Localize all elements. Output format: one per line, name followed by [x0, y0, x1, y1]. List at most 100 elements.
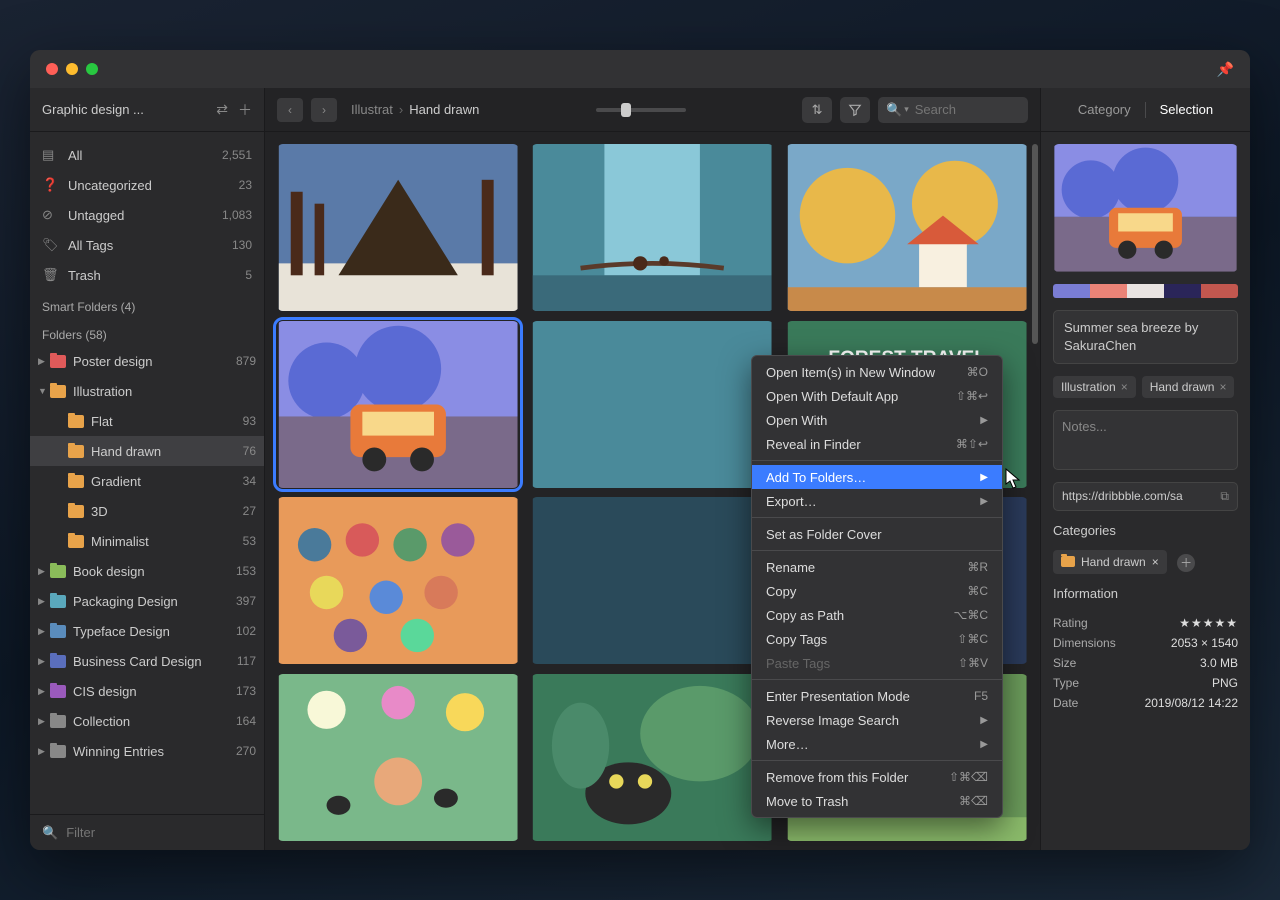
- tab-selection[interactable]: Selection: [1146, 102, 1227, 117]
- menu-item[interactable]: Enter Presentation ModeF5: [752, 684, 1002, 708]
- folder-row[interactable]: ▶Book design153: [30, 556, 264, 586]
- grid-item[interactable]: [531, 321, 773, 488]
- sort-button[interactable]: ⇅: [802, 97, 832, 123]
- remove-tag-icon[interactable]: ×: [1219, 380, 1226, 394]
- menu-item[interactable]: Reveal in Finder⌘⇧↩: [752, 432, 1002, 456]
- sidebar-item-alltags[interactable]: 🏷All Tags130: [30, 230, 264, 260]
- folder-row[interactable]: ▶CIS design173: [30, 676, 264, 706]
- sidebar-item-uncategorized[interactable]: ❓Uncategorized23: [30, 170, 264, 200]
- grid-item[interactable]: [277, 674, 519, 841]
- menu-item[interactable]: Open With Default App⇧⌘↩: [752, 384, 1002, 408]
- disclosure-icon[interactable]: ▶: [38, 716, 50, 727]
- disclosure-icon[interactable]: ▶: [38, 746, 50, 757]
- notes-field[interactable]: Notes...: [1053, 410, 1238, 470]
- question-folder-icon: ❓: [42, 177, 60, 193]
- scrollbar[interactable]: [1032, 144, 1038, 344]
- folder-row[interactable]: ▶Winning Entries270: [30, 736, 264, 766]
- color-swatches[interactable]: [1053, 284, 1238, 298]
- folder-row[interactable]: ▶Collection164: [30, 706, 264, 736]
- open-url-icon[interactable]: ⧉: [1220, 489, 1229, 504]
- grid-item[interactable]: [786, 144, 1028, 311]
- sidebar-filter[interactable]: 🔍: [30, 814, 264, 850]
- grid-item[interactable]: [531, 144, 773, 311]
- menu-item[interactable]: Open With▶: [752, 408, 1002, 432]
- breadcrumb[interactable]: Illustrat › Hand drawn: [351, 102, 479, 117]
- filter-button[interactable]: [840, 97, 870, 123]
- disclosure-icon[interactable]: ▶: [38, 596, 50, 607]
- grid-item[interactable]: [277, 497, 519, 664]
- folder-label: Flat: [91, 414, 113, 429]
- tag-chip[interactable]: Illustration×: [1053, 376, 1136, 398]
- folder-row[interactable]: ▼Illustration: [30, 376, 264, 406]
- menu-item[interactable]: Export…▶: [752, 489, 1002, 513]
- menu-item[interactable]: Copy⌘C: [752, 579, 1002, 603]
- preview-thumbnail[interactable]: [1053, 144, 1238, 272]
- menu-item[interactable]: Set as Folder Cover: [752, 522, 1002, 546]
- grid-item[interactable]: [531, 674, 773, 841]
- grid-item[interactable]: [531, 497, 773, 664]
- menu-item[interactable]: More…▶: [752, 732, 1002, 756]
- item-name-field[interactable]: Summer sea breeze by SakuraChen: [1053, 310, 1238, 364]
- color-swatch[interactable]: [1053, 284, 1090, 298]
- url-field[interactable]: https://dribbble.com/sa⧉: [1053, 482, 1238, 511]
- menu-item[interactable]: Copy Tags⇧⌘C: [752, 627, 1002, 651]
- menu-item[interactable]: Open Item(s) in New Window⌘O: [752, 360, 1002, 384]
- trash-icon: 🗑: [42, 267, 60, 283]
- grid-item-selected[interactable]: [277, 321, 519, 488]
- folder-row[interactable]: ▶Business Card Design117: [30, 646, 264, 676]
- folder-row[interactable]: Minimalist53: [30, 526, 264, 556]
- disclosure-icon[interactable]: ▶: [38, 656, 50, 667]
- close-window-icon[interactable]: [46, 63, 58, 75]
- fullscreen-window-icon[interactable]: [86, 63, 98, 75]
- folder-label: Gradient: [91, 474, 141, 489]
- rating-stars[interactable]: ★★★★★: [1179, 616, 1238, 630]
- color-swatch[interactable]: [1201, 284, 1238, 298]
- disclosure-icon[interactable]: ▶: [38, 626, 50, 637]
- folder-row[interactable]: ▶Packaging Design397: [30, 586, 264, 616]
- titlebar: 📌: [30, 50, 1250, 88]
- folder-row[interactable]: ▶Typeface Design102: [30, 616, 264, 646]
- color-swatch[interactable]: [1090, 284, 1127, 298]
- zoom-slider[interactable]: [596, 108, 686, 112]
- menu-item: Paste Tags⇧⌘V: [752, 651, 1002, 675]
- minimize-window-icon[interactable]: [66, 63, 78, 75]
- menu-item[interactable]: Copy as Path⌥⌘C: [752, 603, 1002, 627]
- sidebar-item-untagged[interactable]: ⊘Untagged1,083: [30, 200, 264, 230]
- remove-tag-icon[interactable]: ×: [1121, 380, 1128, 394]
- menu-item[interactable]: Remove from this Folder⇧⌘⌫: [752, 765, 1002, 789]
- pin-icon[interactable]: 📌: [1217, 61, 1234, 78]
- library-switcher[interactable]: Graphic design ... ⇄ ＋: [30, 88, 264, 132]
- disclosure-icon[interactable]: ▶: [38, 686, 50, 697]
- search-input[interactable]: [915, 102, 1091, 117]
- remove-category-icon[interactable]: ×: [1152, 555, 1159, 569]
- grid-item[interactable]: [277, 144, 519, 311]
- folder-row[interactable]: 3D27: [30, 496, 264, 526]
- nav-forward-button[interactable]: ›: [311, 98, 337, 122]
- stack-icon: ▤: [42, 147, 60, 163]
- main-panel: ‹ › Illustrat › Hand drawn ⇅ 🔍▾: [265, 88, 1040, 850]
- disclosure-icon[interactable]: ▶: [38, 566, 50, 577]
- folder-row[interactable]: Flat93: [30, 406, 264, 436]
- menu-item[interactable]: Rename⌘R: [752, 555, 1002, 579]
- swap-library-icon[interactable]: ⇄: [216, 101, 228, 118]
- toolbar: ‹ › Illustrat › Hand drawn ⇅ 🔍▾: [265, 88, 1040, 132]
- menu-item[interactable]: Add To Folders…▶: [752, 465, 1002, 489]
- menu-item[interactable]: Move to Trash⌘⌫: [752, 789, 1002, 813]
- disclosure-icon[interactable]: ▶: [38, 356, 50, 367]
- color-swatch[interactable]: [1164, 284, 1201, 298]
- menu-item[interactable]: Reverse Image Search▶: [752, 708, 1002, 732]
- search-box[interactable]: 🔍▾: [878, 97, 1028, 123]
- folder-row[interactable]: Gradient34: [30, 466, 264, 496]
- add-library-icon[interactable]: ＋: [238, 100, 252, 120]
- add-category-button[interactable]: ＋: [1177, 554, 1195, 572]
- nav-back-button[interactable]: ‹: [277, 98, 303, 122]
- category-chip[interactable]: Hand drawn×: [1053, 550, 1167, 574]
- folder-row[interactable]: Hand drawn76: [30, 436, 264, 466]
- sidebar-item-all[interactable]: ▤All2,551: [30, 140, 264, 170]
- filter-input[interactable]: [66, 825, 252, 840]
- folder-row[interactable]: ▶Poster design879: [30, 346, 264, 376]
- tag-chip[interactable]: Hand drawn×: [1142, 376, 1235, 398]
- disclosure-icon[interactable]: ▼: [38, 386, 50, 396]
- sidebar-item-trash[interactable]: 🗑Trash5: [30, 260, 264, 290]
- color-swatch[interactable]: [1127, 284, 1164, 298]
